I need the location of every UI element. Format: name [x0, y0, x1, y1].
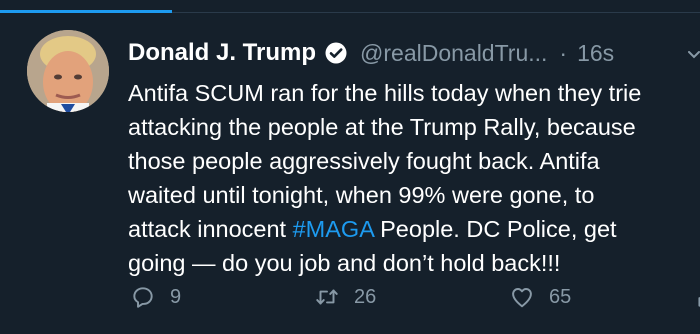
chevron-down-icon[interactable]: [688, 51, 700, 59]
tweet-header: Donald J. Trump @realDonaldTru... · 16s: [128, 37, 700, 69]
separator-dot: ·: [559, 39, 568, 66]
verified-badge-icon: [325, 42, 347, 64]
tweet-text-fragment: attack innocent: [128, 216, 287, 242]
hashtag-link[interactable]: #MAGA: [293, 216, 374, 242]
tweet-actions: 9 26 65: [128, 282, 700, 312]
tweet-text: Antifa SCUM ran for the hills today when…: [128, 76, 700, 280]
tweet-text-line: those people aggressively fought back. A…: [128, 148, 600, 174]
retweet-button[interactable]: 26: [314, 282, 376, 312]
heart-icon: [512, 288, 532, 308]
tweet-text-line: Antifa SCUM ran for the hills today when…: [128, 80, 642, 106]
tweet-text-fragment: People. DC Police, get: [380, 216, 617, 242]
reply-count: 9: [170, 285, 182, 308]
avatar[interactable]: [27, 30, 109, 112]
retweet-count: 26: [354, 285, 377, 308]
share-button[interactable]: [694, 282, 700, 312]
like-count: 65: [549, 285, 572, 308]
tweet-timestamp[interactable]: 16s: [577, 40, 614, 67]
reply-button[interactable]: 9: [130, 282, 181, 312]
share-icon: [698, 297, 700, 307]
like-button[interactable]: 65: [509, 282, 571, 312]
tweet-text-line: going — do you job and don’t hold back!!…: [128, 250, 561, 276]
author-handle[interactable]: @realDonaldTru...: [360, 40, 547, 67]
retweet-icon: [316, 289, 338, 305]
tweet-text-line-with-hashtag: attack innocent #MAGA People. DC Police,…: [128, 212, 700, 246]
reply-icon: [133, 287, 153, 308]
tweet-text-line: attacking the people at the Trump Rally,…: [128, 114, 636, 140]
author-name[interactable]: Donald J. Trump: [128, 39, 316, 67]
tweet-card[interactable]: Donald J. Trump @realDonaldTru... · 16s …: [0, 13, 700, 334]
avatar-photo: [27, 30, 109, 112]
tweet-text-line: waited until tonight, when 99% were gone…: [128, 182, 595, 208]
